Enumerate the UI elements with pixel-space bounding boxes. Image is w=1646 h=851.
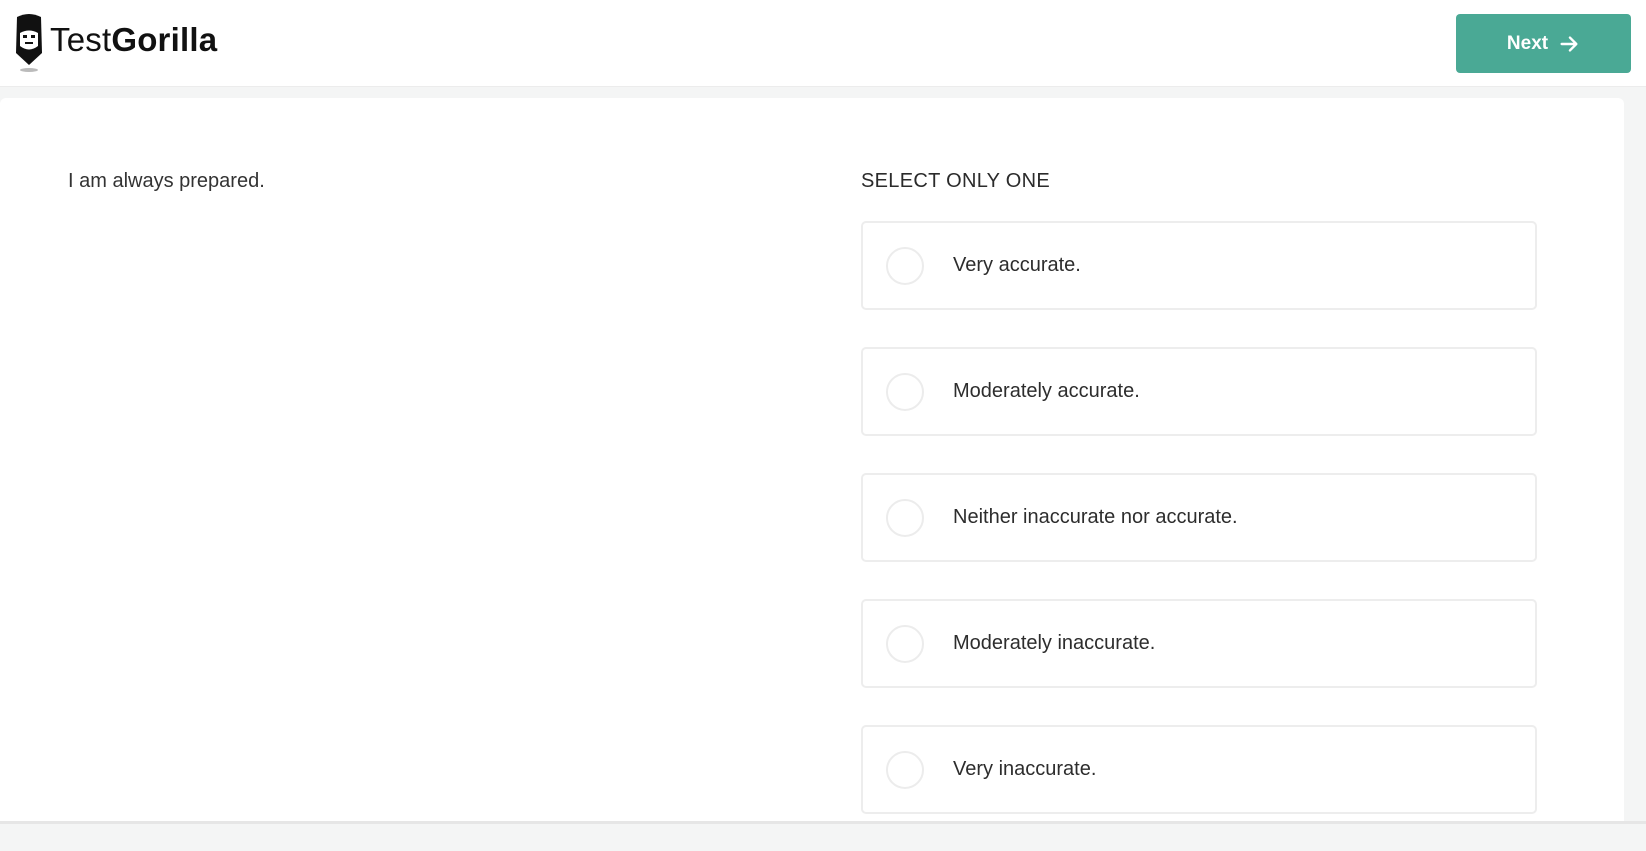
answer-options: Very accurate. Moderately accurate. Neit… — [861, 221, 1537, 851]
radio-button[interactable] — [886, 246, 924, 285]
answer-option[interactable]: Moderately accurate. — [861, 347, 1537, 436]
select-instruction: SELECT ONLY ONE — [861, 170, 1051, 192]
top-bar: TestGorilla Next — [0, 0, 1646, 87]
logo-text: TestGorilla — [50, 21, 217, 59]
logo-text-bold: Gorilla — [111, 21, 218, 58]
answer-option-label: Moderately inaccurate. — [953, 632, 1156, 654]
arrow-right-icon — [1560, 35, 1578, 52]
question-text: I am always prepared. — [68, 170, 265, 192]
answer-option-label: Neither inaccurate nor accurate. — [953, 506, 1238, 528]
next-button[interactable]: Next — [1456, 14, 1631, 73]
radio-button[interactable] — [886, 624, 924, 663]
next-button-label: Next — [1506, 32, 1549, 54]
logo-text-light: Test — [50, 21, 112, 58]
answer-option-label: Very inaccurate. — [953, 758, 1097, 780]
radio-button[interactable] — [886, 372, 924, 411]
radio-button[interactable] — [886, 498, 924, 537]
answer-option[interactable]: Very inaccurate. — [861, 725, 1537, 814]
answer-option[interactable]: Very accurate. — [861, 221, 1537, 310]
gorilla-logo-icon — [16, 14, 42, 72]
answer-option[interactable]: Neither inaccurate nor accurate. — [861, 473, 1537, 562]
radio-button[interactable] — [886, 750, 924, 789]
answer-option-label: Moderately accurate. — [953, 380, 1140, 402]
answer-option-label: Very accurate. — [953, 254, 1081, 276]
testgorilla-logo[interactable]: TestGorilla — [13, 13, 217, 73]
answer-option[interactable]: Moderately inaccurate. — [861, 599, 1537, 688]
